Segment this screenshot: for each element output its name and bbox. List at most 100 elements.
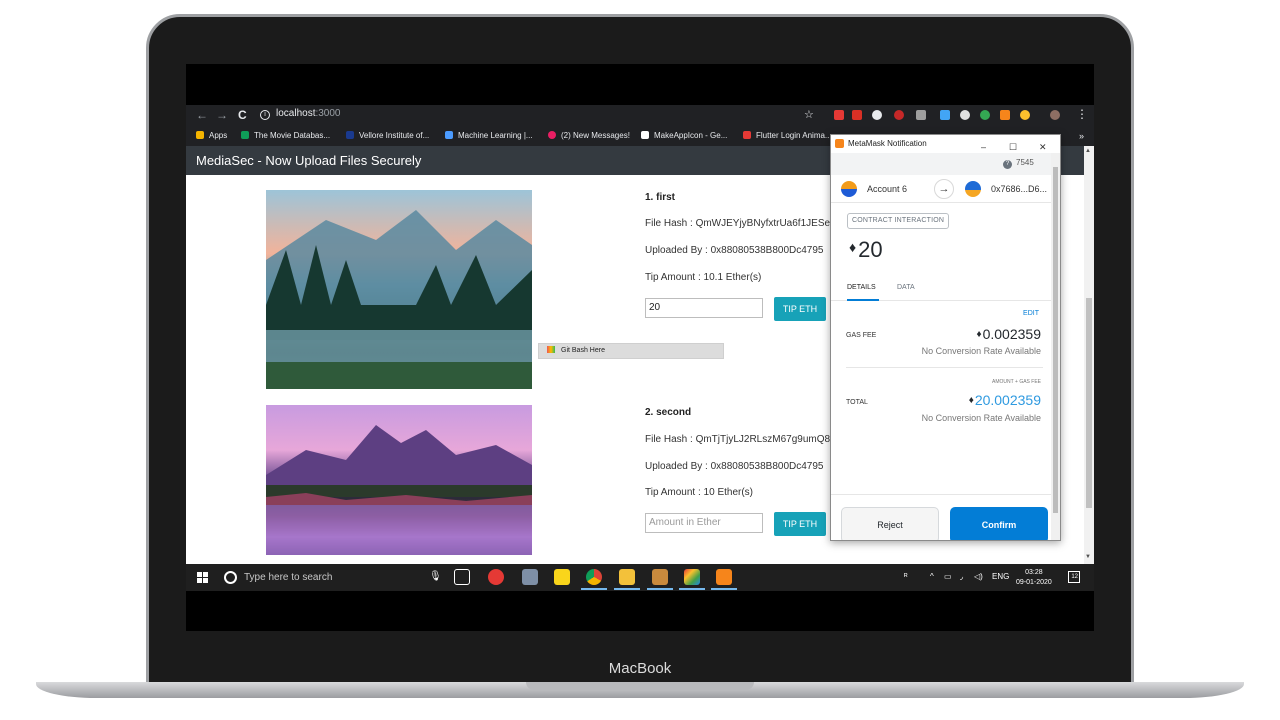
metamask-notification-window: MetaMask Notification – ☐ ✕ ? 7545 Accoun…	[830, 134, 1061, 541]
e-extension-icon[interactable]	[916, 110, 926, 120]
network-bar: ? 7545	[831, 153, 1051, 175]
forward-button[interactable]: →	[216, 108, 228, 122]
volume-icon[interactable]: ◁)	[974, 572, 983, 581]
yellow-extension-icon[interactable]	[1020, 110, 1030, 120]
active-tab-underline	[847, 299, 879, 301]
git-icon	[547, 346, 555, 353]
file-explorer-icon[interactable]	[619, 569, 635, 585]
action-footer: Reject Confirm	[831, 494, 1051, 540]
task-view-icon[interactable]	[454, 569, 470, 585]
bookmark-machine-learning[interactable]: Machine Learning |...	[445, 131, 533, 140]
purple-mountain-art	[266, 425, 532, 555]
color-app-icon[interactable]	[684, 569, 700, 585]
tip-eth-button[interactable]: TIP ETH	[774, 512, 826, 536]
context-menu-git-bash[interactable]: Git Bash Here	[538, 343, 724, 359]
tmdb-icon	[241, 131, 249, 139]
from-account-avatar	[841, 181, 857, 197]
browser-toolbar: ← → C i localhost:3000 ☆ ⋮	[186, 105, 1094, 126]
item-tip-amount: Tip Amount : 10.1 Ether(s)	[645, 272, 762, 283]
item-uploaded-by: Uploaded By : 0x88080538B800Dc4795	[645, 461, 824, 472]
wifi-icon[interactable]: ◞	[960, 572, 963, 581]
language-indicator[interactable]: ENG	[992, 572, 1009, 581]
flutter-icon	[743, 131, 751, 139]
makeappicon-icon	[641, 131, 649, 139]
network-indicator[interactable]: ? 7545	[1003, 158, 1034, 169]
bookmark-apps[interactable]: Apps	[196, 131, 227, 140]
more-menu-icon[interactable]: ⋮	[1076, 107, 1088, 121]
chrome-active-indicator	[581, 588, 607, 590]
total-value: ♦20.002359	[968, 392, 1041, 408]
tab-details[interactable]: DETAILS	[847, 284, 876, 291]
flag-extension-icon[interactable]	[852, 110, 862, 120]
arrow-right-icon: →	[934, 179, 954, 199]
tip-amount-input[interactable]: Amount in Ether	[645, 513, 763, 533]
info-icon[interactable]: i	[260, 110, 270, 120]
circle-extension-icon[interactable]	[872, 110, 882, 120]
clock-time: 03:28	[1025, 569, 1043, 576]
details-tabs: DETAILS DATA	[831, 281, 1051, 301]
item-file-hash: File Hash : QmWJEYjyBNyfxtrUa6f1JESeE	[645, 218, 837, 229]
address-host: localhost	[276, 108, 316, 119]
tip-eth-button[interactable]: TIP ETH	[774, 297, 826, 321]
explorer-active-indicator	[614, 588, 640, 590]
mountain-lake-art	[266, 210, 532, 389]
transaction-amount: ♦20	[849, 237, 883, 262]
contract-interaction-tag: CONTRACT INTERACTION	[847, 213, 950, 229]
item-tip-amount: Tip Amount : 10 Ether(s)	[645, 487, 754, 498]
scroll-down-icon[interactable]: ▼	[1085, 554, 1091, 560]
bookmark-star-icon[interactable]: ☆	[804, 108, 814, 121]
gas-fee-label: GAS FEE	[846, 332, 877, 339]
pdf-extension-icon[interactable]	[834, 110, 844, 120]
messages-icon	[548, 131, 556, 139]
screen: ← → C i localhost:3000 ☆ ⋮ Apps The Movie…	[186, 64, 1094, 631]
more-bookmarks-icon[interactable]: »	[1079, 131, 1084, 141]
address-bar[interactable]: i localhost:3000	[260, 108, 341, 120]
vit-icon	[346, 131, 354, 139]
virtualbox-icon[interactable]	[652, 569, 668, 585]
metamask-taskbar-icon[interactable]	[716, 569, 732, 585]
battery-icon[interactable]: ▭	[944, 572, 952, 581]
windows-start-icon[interactable]	[197, 572, 208, 583]
tray-chevron-icon[interactable]: ^	[930, 572, 934, 581]
profile-avatar[interactable]	[1050, 110, 1060, 120]
microphone-icon[interactable]: 🎙	[429, 571, 442, 582]
opera-icon[interactable]	[488, 569, 504, 585]
bookmark-makeappicon[interactable]: MakeAppIcon - Ge...	[641, 131, 727, 140]
scroll-up-icon[interactable]: ▲	[1085, 148, 1091, 154]
paint-icon[interactable]	[522, 569, 538, 585]
notification-center-icon[interactable]: 12	[1068, 571, 1080, 583]
metamask-active-indicator	[711, 588, 737, 590]
item-image-mountain-purple	[266, 405, 532, 555]
apps-grid-icon	[196, 131, 204, 139]
gas-fee-value: ♦0.002359	[976, 326, 1041, 342]
taskbar-search[interactable]: Type here to search	[222, 564, 447, 591]
metamask-scrollbar-thumb[interactable]	[1053, 167, 1058, 513]
reject-button[interactable]: Reject	[841, 507, 939, 540]
gray-extension-icon[interactable]	[960, 110, 970, 120]
page-scrollbar-thumb[interactable]	[1086, 298, 1092, 508]
cortana-icon[interactable]	[224, 571, 237, 584]
bookmark-movie-database[interactable]: The Movie Databas...	[241, 131, 330, 140]
virtualbox-active-indicator	[647, 588, 673, 590]
back-button[interactable]: ←	[196, 108, 208, 122]
reload-button[interactable]: C	[238, 108, 247, 122]
sticky-notes-icon[interactable]	[554, 569, 570, 585]
item-uploaded-by: Uploaded By : 0x88080538B800Dc4795	[645, 245, 824, 256]
metamask-extension-icon[interactable]	[1000, 110, 1010, 120]
confirm-button[interactable]: Confirm	[950, 507, 1048, 540]
tab-data[interactable]: DATA	[897, 284, 915, 291]
clock[interactable]: 03:28 09-01-2020	[1016, 568, 1052, 588]
bookmark-vellore[interactable]: Vellore Institute of...	[346, 131, 429, 140]
gas-fee-conversion: No Conversion Rate Available	[921, 346, 1041, 356]
people-icon[interactable]: ᴿ	[904, 572, 908, 581]
app-title: MediaSec - Now Upload Files Securely	[196, 153, 422, 168]
bookmark-messages[interactable]: (2) New Messages!	[548, 131, 630, 140]
yab-extension-icon[interactable]	[894, 110, 904, 120]
amount-gas-label: AMOUNT + GAS FEE	[992, 379, 1041, 385]
chrome-icon[interactable]	[586, 569, 602, 585]
tip-amount-input[interactable]: 20	[645, 298, 763, 318]
edit-gas-link[interactable]: EDIT	[1023, 310, 1039, 317]
pen-extension-icon[interactable]	[940, 110, 950, 120]
g-extension-icon[interactable]	[980, 110, 990, 120]
bookmark-flutter-login[interactable]: Flutter Login Anima...	[743, 131, 832, 140]
